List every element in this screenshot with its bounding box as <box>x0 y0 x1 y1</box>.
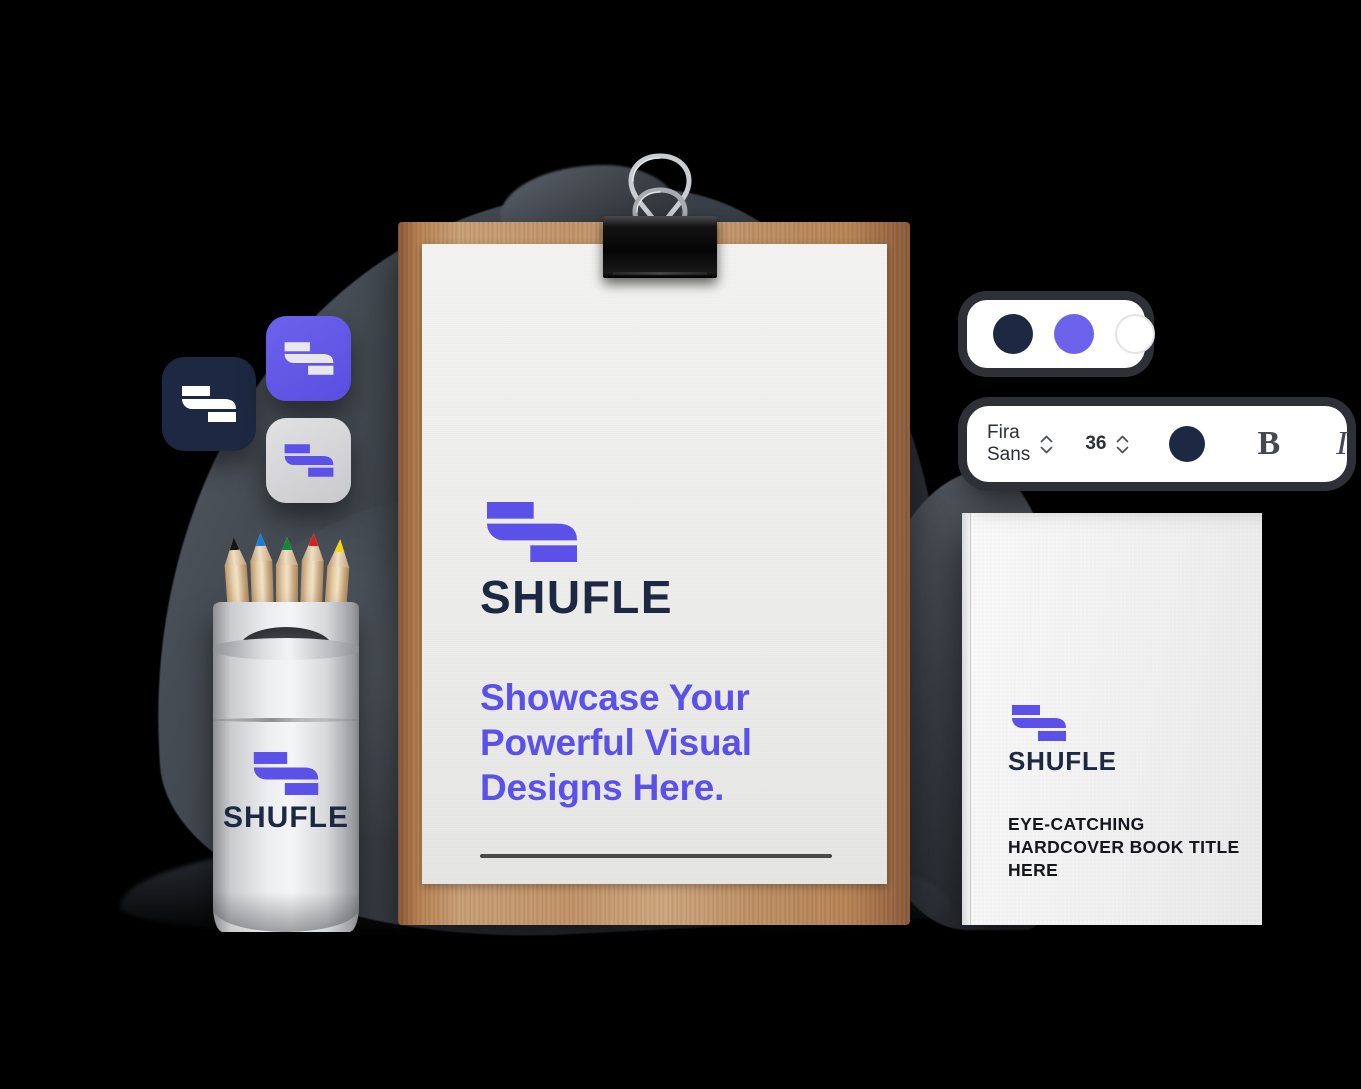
book-cover-content: SHUFLE EYE-CATCHING HARDCOVER BOOK TITLE… <box>1008 705 1244 882</box>
cup-brand-name: SHUFLE <box>223 801 349 834</box>
branded-pencil-cup: SHUFLE <box>213 602 359 932</box>
italic-label: I <box>1336 425 1348 462</box>
cup-seam <box>213 718 359 722</box>
chevron-down-icon <box>1117 446 1129 453</box>
cup-lip <box>213 638 359 660</box>
book-title: EYE-CATCHING HARDCOVER BOOK TITLE HERE <box>1008 814 1240 881</box>
app-icon-purple[interactable] <box>266 316 351 401</box>
binder-clip-body <box>603 216 717 278</box>
mockup-scene: SHUFLE SHUFLE Showcase Your Powerful Vis… <box>0 0 1361 1089</box>
shufle-logo-mark-icon <box>280 444 333 477</box>
shufle-logo-mark-icon <box>280 342 333 375</box>
chevron-up-icon <box>1117 435 1129 442</box>
book-brand-name: SHUFLE <box>1008 746 1117 776</box>
bold-label: B <box>1257 425 1281 462</box>
chevron-down-icon <box>1040 446 1053 453</box>
binder-clip <box>597 148 723 278</box>
poster-brand-name: SHUFLE <box>480 571 673 623</box>
italic-button[interactable]: I <box>1324 422 1361 466</box>
font-size-stepper[interactable] <box>1116 435 1129 454</box>
shufle-logo-mark-icon <box>1008 705 1066 741</box>
color-swatch-panel[interactable] <box>967 300 1155 368</box>
bold-button[interactable]: B <box>1245 422 1292 466</box>
poster-paper: SHUFLE Showcase Your Powerful Visual Des… <box>422 244 887 884</box>
font-family-control[interactable]: Fira Sans <box>987 422 1053 466</box>
shufle-logo-mark-icon <box>178 386 236 422</box>
book-spine <box>962 513 971 925</box>
poster-content: SHUFLE Showcase Your Powerful Visual Des… <box>480 502 853 859</box>
font-size-control[interactable]: 36 <box>1085 422 1129 466</box>
cup-bottom-shade <box>213 892 359 932</box>
font-size-value: 36 <box>1085 433 1107 454</box>
chevron-up-icon <box>1040 435 1053 442</box>
text-color-swatch-icon[interactable] <box>1169 426 1206 462</box>
app-icon-light[interactable] <box>266 418 351 503</box>
text-color-control[interactable] <box>1161 422 1213 466</box>
poster-branding: SHUFLE <box>480 502 853 624</box>
book-branding: SHUFLE <box>1008 705 1244 777</box>
font-family-stepper[interactable] <box>1040 435 1053 454</box>
wooden-clipboard: SHUFLE Showcase Your Powerful Visual Des… <box>398 222 910 925</box>
shufle-logo-mark-icon <box>480 502 577 562</box>
swatch-white[interactable] <box>1115 314 1155 354</box>
font-family-value: Fira Sans <box>987 422 1031 465</box>
poster-headline: Showcase Your Powerful Visual Designs He… <box>480 677 752 808</box>
app-icon-dark[interactable] <box>162 357 256 451</box>
swatch-dark-navy[interactable] <box>993 314 1033 354</box>
hardcover-book: SHUFLE EYE-CATCHING HARDCOVER BOOK TITLE… <box>962 513 1262 925</box>
typography-toolbar[interactable]: Fira Sans 36 B I <box>967 406 1347 482</box>
cup-branding: SHUFLE <box>213 752 359 835</box>
swatch-purple[interactable] <box>1054 314 1094 354</box>
shufle-logo-mark-icon <box>249 752 319 795</box>
poster-divider <box>480 854 832 859</box>
